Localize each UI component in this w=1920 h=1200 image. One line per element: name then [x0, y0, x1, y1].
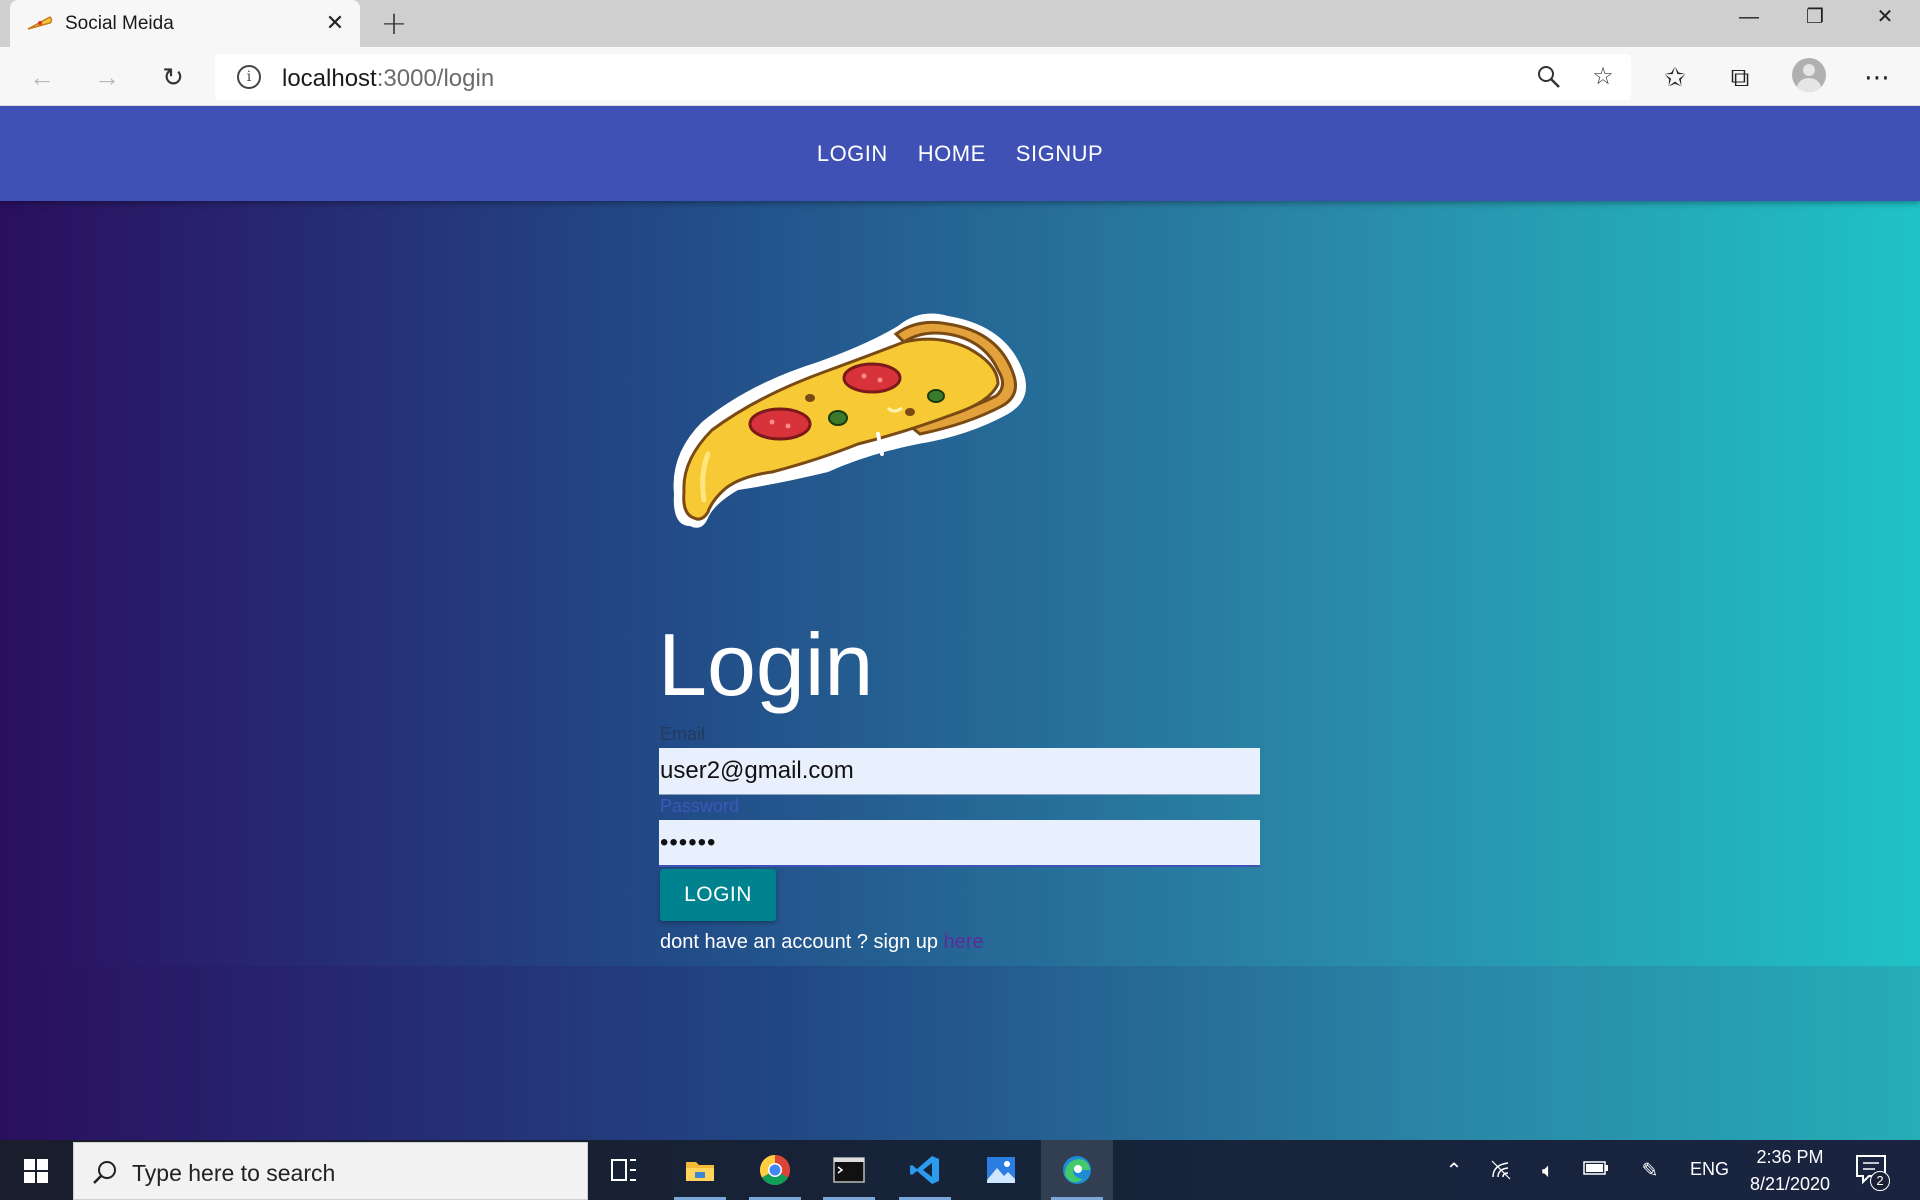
url-text[interactable]: localhost:3000/login [282, 65, 494, 93]
start-button[interactable] [0, 1140, 72, 1200]
clock-time: 2:36 PM [1756, 1147, 1824, 1167]
tab-title: Social Meida [65, 13, 174, 34]
battery-icon[interactable] [1582, 1157, 1610, 1185]
address-bar[interactable]: i localhost:3000/login ☆ [215, 54, 1631, 100]
new-tab-icon[interactable]: + [378, 7, 410, 40]
photos-button[interactable] [965, 1140, 1037, 1200]
taskbar-search-input[interactable]: Type here to search [73, 1142, 588, 1200]
nav-signup-link[interactable]: SIGNUP [1016, 141, 1103, 167]
refresh-icon[interactable]: ↻ [155, 59, 191, 95]
search-icon [93, 1161, 116, 1184]
search-placeholder: Type here to search [132, 1160, 336, 1186]
windows-taskbar: Type here to search ⌃ 🔈︎ ✎ ENG 2:36 PM 8… [0, 1140, 1920, 1200]
browser-toolbar: ← → ↻ i localhost:3000/login ☆ ✩ ⧉ ⋯ [0, 47, 1920, 106]
login-heading: Login [658, 615, 874, 714]
tab-strip: Social Meida ✕ + — ❐ ✕ [0, 0, 1920, 47]
network-icon[interactable] [1488, 1157, 1516, 1185]
signup-prompt: dont have an account ? sign up here [660, 931, 984, 954]
browser-tab[interactable]: Social Meida ✕ [10, 0, 360, 47]
info-icon[interactable]: i [237, 65, 261, 89]
tab-close-icon[interactable]: ✕ [324, 12, 346, 34]
app-navbar: LOGIN HOME SIGNUP [0, 106, 1920, 201]
pizza-favicon-icon [27, 16, 53, 30]
collections-icon[interactable]: ⧉ [1723, 60, 1757, 94]
task-view-button[interactable] [588, 1140, 660, 1200]
terminal-icon [833, 1157, 865, 1183]
clock-date: 8/21/2020 [1749, 1174, 1831, 1194]
minimize-icon[interactable]: — [1716, 0, 1782, 36]
page-bottom-band [0, 966, 1920, 1140]
folder-icon [686, 1162, 714, 1181]
edge-icon [1063, 1156, 1091, 1184]
edge-button[interactable] [1041, 1140, 1113, 1200]
password-label: Password [660, 796, 740, 816]
chrome-button[interactable] [739, 1140, 811, 1200]
nav-home-link[interactable]: HOME [918, 141, 986, 167]
url-host: localhost [282, 65, 377, 92]
windows-logo-icon [24, 1159, 48, 1183]
zoom-icon[interactable] [1535, 63, 1563, 91]
password-field[interactable] [659, 820, 1260, 867]
pizza-logo [673, 313, 1026, 528]
chrome-icon [759, 1155, 791, 1186]
volume-icon[interactable]: 🔈︎ [1534, 1157, 1562, 1185]
restore-icon[interactable]: ❐ [1782, 0, 1848, 36]
nav-login-link[interactable]: LOGIN [817, 141, 888, 167]
file-explorer-button[interactable] [664, 1140, 736, 1200]
page-background: LOGIN HOME SIGNUP Login Email Password L… [0, 106, 1920, 1140]
profile-icon[interactable] [1792, 58, 1826, 92]
vscode-icon [910, 1156, 939, 1184]
login-button[interactable]: LOGIN [660, 869, 776, 921]
forward-icon[interactable]: → [89, 59, 125, 95]
vscode-button[interactable] [889, 1140, 961, 1200]
url-path: :3000/login [376, 65, 495, 92]
nav-links: LOGIN HOME SIGNUP [0, 106, 1920, 201]
notification-count-badge: 2 [1870, 1171, 1890, 1191]
taskbar-clock[interactable]: 2:36 PM 8/21/2020 [1740, 1144, 1840, 1198]
favorites-icon[interactable]: ✩ [1658, 60, 1692, 94]
photos-icon [987, 1157, 1015, 1183]
terminal-button[interactable] [813, 1140, 885, 1200]
back-icon[interactable]: ← [24, 59, 60, 95]
star-icon[interactable]: ☆ [1589, 63, 1617, 91]
window-close-icon[interactable]: ✕ [1852, 0, 1918, 36]
tray-overflow-icon[interactable]: ⌃ [1440, 1157, 1468, 1185]
pen-icon[interactable]: ✎ [1636, 1157, 1664, 1185]
signup-prompt-text: dont have an account ? sign up [660, 931, 944, 953]
signup-here-link[interactable]: here [944, 931, 984, 953]
more-icon[interactable]: ⋯ [1860, 60, 1894, 94]
task-view-icon [611, 1159, 636, 1181]
email-label: Email [660, 724, 706, 744]
language-indicator[interactable]: ENG [1690, 1159, 1729, 1180]
email-field[interactable] [659, 748, 1260, 795]
